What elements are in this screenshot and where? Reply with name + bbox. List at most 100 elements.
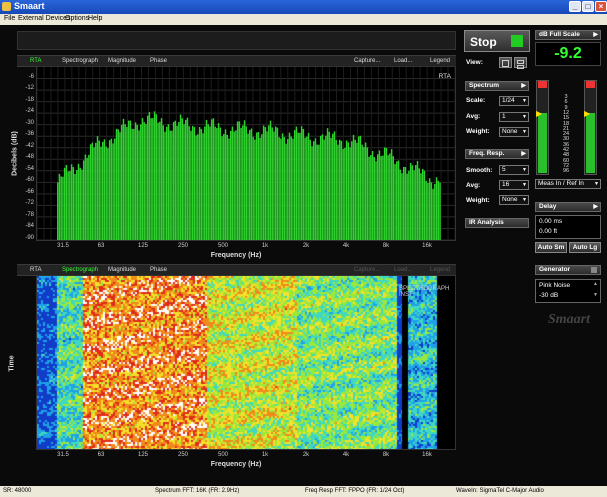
tab-phase[interactable]: Phase xyxy=(147,57,170,65)
auto-lg-button[interactable]: Auto Lg xyxy=(569,242,601,253)
rta-bar xyxy=(233,131,235,240)
x-tick: 125 xyxy=(137,243,148,249)
view-single-icon[interactable] xyxy=(499,57,512,68)
dbfs-readout: -9.2 xyxy=(535,42,601,66)
fr-weight-label: Weight: xyxy=(466,197,490,204)
menu-options[interactable]: Options xyxy=(65,15,89,22)
avg-value: 1 xyxy=(502,113,506,120)
legend-button-2[interactable]: Legend xyxy=(427,266,453,274)
rta-bar xyxy=(96,136,99,240)
rta-bar xyxy=(354,139,356,240)
rta-bar xyxy=(63,167,66,240)
rta-bar xyxy=(205,119,208,240)
scale-select[interactable]: 1/24 ▼ xyxy=(499,96,529,106)
rta-bar xyxy=(257,131,260,240)
down-arrow-icon[interactable]: ▼ xyxy=(593,292,598,298)
rta-bar xyxy=(150,118,152,240)
tab-spectrograph[interactable]: Spectrograph xyxy=(59,57,101,65)
delay-header[interactable]: Delay ▶ xyxy=(535,202,601,212)
capture-button[interactable]: Capture... xyxy=(351,57,383,65)
tab-phase-2[interactable]: Phase xyxy=(147,266,170,274)
stop-button[interactable]: Stop xyxy=(464,30,530,52)
minimize-button[interactable]: _ xyxy=(569,1,581,12)
spectro-overlay-text: SPECTROGRAPH INST xyxy=(399,286,450,298)
rta-bar xyxy=(300,126,303,240)
menu-file[interactable]: File xyxy=(4,15,15,22)
rta-bar xyxy=(357,136,360,240)
smooth-select[interactable]: 5 ▼ xyxy=(499,165,529,175)
menu-external-devices[interactable]: External Devices xyxy=(18,15,71,22)
view-split-icon[interactable] xyxy=(514,57,527,69)
toolbar-strip xyxy=(17,31,456,50)
rta-bar xyxy=(385,147,388,240)
rta-y-tick: -42 xyxy=(25,142,34,149)
legend-button[interactable]: Legend xyxy=(427,57,453,65)
x-tick: 4k xyxy=(342,452,350,458)
x-tick: 8k xyxy=(382,452,390,458)
rta-y-tick: -90 xyxy=(25,235,34,241)
tab-spectrograph-2[interactable]: Spectrograph xyxy=(59,266,101,274)
rta-bar xyxy=(98,140,100,240)
rta-bar xyxy=(247,133,249,240)
rta-bar xyxy=(84,154,87,240)
rta-bar xyxy=(81,169,83,240)
capture-button-2[interactable]: Capture... xyxy=(351,266,383,274)
fr-weight-select[interactable]: None ▼ xyxy=(499,195,529,205)
avg-select[interactable]: 1 ▼ xyxy=(499,112,529,122)
tab-magnitude-2[interactable]: Magnitude xyxy=(105,266,139,274)
rta-bar xyxy=(126,126,128,240)
rta-bar xyxy=(382,155,384,240)
tab-magnitude[interactable]: Magnitude xyxy=(105,57,139,65)
rta-bar xyxy=(138,130,140,240)
x-tick: 500 xyxy=(217,452,228,458)
delay-ft: 0.00 ft xyxy=(539,228,558,235)
rta-bar xyxy=(228,138,230,240)
menu-help[interactable]: Help xyxy=(88,15,102,22)
chevron-down-icon: ▼ xyxy=(522,182,527,188)
fr-avg-value: 16 xyxy=(502,181,510,188)
rta-bar xyxy=(309,139,312,240)
rta-bar xyxy=(171,130,173,240)
smooth-label: Smooth: xyxy=(466,167,493,174)
rta-bar xyxy=(74,173,76,240)
rta-bar xyxy=(252,136,254,240)
load-button-2[interactable]: Load... xyxy=(391,266,415,274)
maximize-button[interactable]: □ xyxy=(582,1,594,12)
freq-resp-header[interactable]: Freq. Resp. ▶ xyxy=(465,149,529,159)
generator-panel[interactable]: Pink Noise -30 dB ▲ ▼ xyxy=(535,279,601,303)
rta-y-tick: -18 xyxy=(25,96,34,103)
meas-select[interactable]: Meas In / Ref In ▼ xyxy=(535,179,601,189)
rta-plot: RTA xyxy=(36,66,456,241)
rta-bar xyxy=(427,182,429,240)
x-tick: 250 xyxy=(177,243,188,249)
fr-avg-select[interactable]: 16 ▼ xyxy=(499,180,529,190)
delay-header-label: Delay xyxy=(539,203,557,210)
window-title: Smaart xyxy=(14,1,45,11)
rta-bar xyxy=(245,126,248,240)
rta-bar xyxy=(397,160,400,240)
rta-bar xyxy=(60,176,62,240)
weight-select[interactable]: None ▼ xyxy=(499,127,529,137)
rta-bar xyxy=(375,161,377,240)
dbfs-header[interactable]: dB Full Scale ▶ xyxy=(535,30,601,40)
rta-y-tick: -60 xyxy=(25,177,34,184)
rta-bar xyxy=(262,125,265,240)
up-arrow-icon[interactable]: ▲ xyxy=(593,281,598,287)
rta-bar xyxy=(439,182,441,240)
rta-bar xyxy=(72,167,75,240)
rta-bar xyxy=(259,137,261,240)
stop-label: Stop xyxy=(470,35,497,49)
rta-bar xyxy=(390,149,393,240)
tab-rta-2[interactable]: RTA xyxy=(27,266,44,274)
rta-x-axis-label: Frequency (Hz) xyxy=(210,252,262,259)
load-button[interactable]: Load... xyxy=(391,57,415,65)
spectrum-header[interactable]: Spectrum ▶ xyxy=(465,81,529,91)
rta-bar xyxy=(437,180,440,240)
generator-toggle-icon[interactable] xyxy=(591,267,597,273)
close-button[interactable]: × xyxy=(595,1,607,12)
auto-sm-button[interactable]: Auto Sm xyxy=(535,242,567,253)
ir-analysis-button[interactable]: IR Analysis xyxy=(465,218,529,228)
generator-header[interactable]: Generator xyxy=(535,265,601,275)
x-tick: 2k xyxy=(302,452,310,458)
tab-rta[interactable]: RTA xyxy=(27,57,44,65)
